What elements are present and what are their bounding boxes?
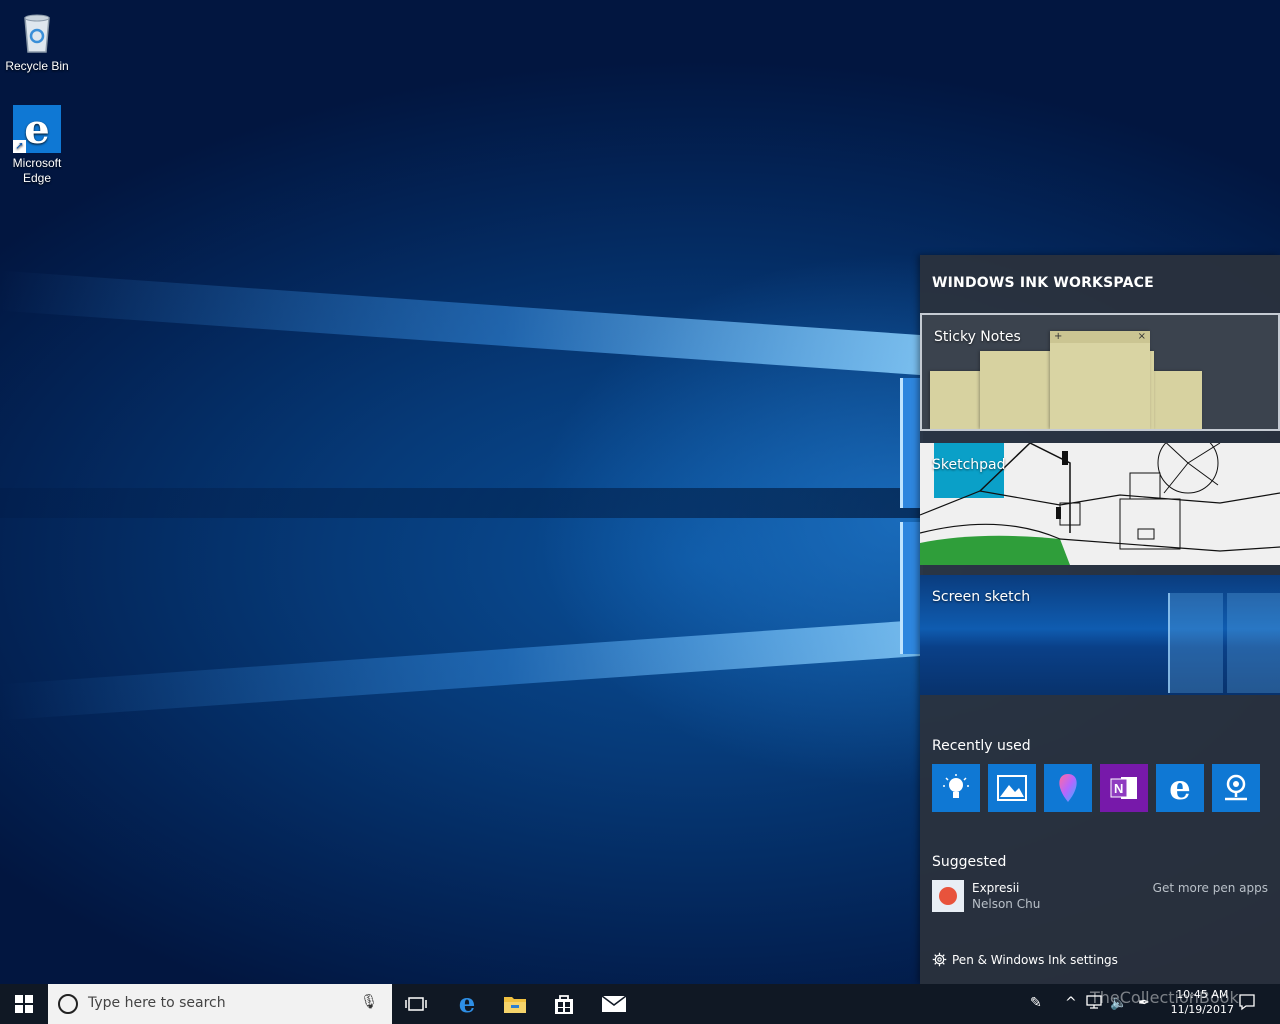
pen-ink-settings-link[interactable]: Pen & Windows Ink settings: [932, 952, 1118, 967]
expresii-icon: [932, 880, 964, 912]
taskbar-search-box[interactable]: Type here to search 🎙: [48, 984, 392, 1024]
suggested-app-author: Nelson Chu: [972, 897, 1041, 911]
screen-sketch-preview-image: [1168, 593, 1280, 693]
maps-icon[interactable]: [1212, 764, 1260, 812]
sticky-note-preview: [1150, 371, 1202, 429]
taskbar-mail-button[interactable]: [590, 984, 638, 1024]
cortana-icon: [58, 994, 78, 1014]
close-note-icon: ×: [1137, 331, 1146, 342]
wallpaper-light-beam: [0, 270, 920, 375]
windows-ink-workspace-panel: WINDOWS INK WORKSPACE Sticky Notes + × Sk…: [920, 255, 1280, 984]
search-placeholder: Type here to search: [88, 995, 226, 1011]
recycle-bin-icon: [13, 8, 61, 56]
suggested-app-name: Expresii: [972, 881, 1020, 895]
sticky-notes-card[interactable]: Sticky Notes + ×: [920, 313, 1280, 431]
edge-icon: e: [458, 989, 476, 1019]
action-center-button[interactable]: [1238, 993, 1256, 1015]
touch-keyboard-pen-icon[interactable]: ✒: [1138, 995, 1150, 1011]
clock-date: 11/19/2017: [1170, 1003, 1234, 1016]
sticky-note-preview: [930, 371, 982, 429]
show-hidden-icons-chevron-icon[interactable]: ^: [1065, 995, 1077, 1011]
system-clock[interactable]: 10:45 AM 11/19/2017: [1171, 987, 1234, 1017]
desktop-icon-recycle-bin[interactable]: Recycle Bin: [0, 8, 74, 74]
suggested-app-item[interactable]: Expresii Nelson Chu Get more pen apps: [932, 880, 1268, 914]
task-view-icon: [405, 997, 427, 1011]
sticky-note-preview: [980, 351, 1052, 429]
volume-icon[interactable]: 🔈: [1110, 995, 1127, 1011]
wallpaper-light-beam: [0, 620, 920, 721]
get-more-pen-apps-link[interactable]: Get more pen apps: [1153, 881, 1268, 895]
windows-ink-pen-icon[interactable]: ✎: [1030, 995, 1042, 1011]
store-icon: [555, 995, 573, 1014]
desktop-icon-label: Recycle Bin: [5, 59, 69, 73]
edge-icon[interactable]: e: [1156, 764, 1204, 812]
taskbar-store-button[interactable]: [540, 984, 588, 1024]
taskbar: Type here to search 🎙 e TheCollectionBoo…: [0, 984, 1280, 1024]
clock-time: 10:45 AM: [1176, 988, 1229, 1001]
photos-icon[interactable]: [988, 764, 1036, 812]
notification-icon: [1239, 994, 1255, 1011]
desktop-icon-label: Microsoft Edge: [12, 156, 62, 185]
screen-sketch-label: Screen sketch: [932, 589, 1031, 605]
sketchpad-card[interactable]: Sketchpad: [920, 443, 1280, 565]
start-button[interactable]: [0, 984, 48, 1024]
paint-3d-icon[interactable]: [1044, 764, 1092, 812]
mail-icon: [601, 995, 627, 1012]
onenote-icon[interactable]: N: [1100, 764, 1148, 812]
pen-ink-settings-label: Pen & Windows Ink settings: [952, 952, 1118, 967]
desktop-icon-microsoft-edge[interactable]: e ↗ Microsoft Edge: [0, 105, 74, 186]
add-note-icon: +: [1054, 331, 1063, 342]
svg-text:N: N: [1114, 781, 1123, 796]
folder-icon: [504, 997, 526, 1013]
wallpaper-dark-band: [0, 488, 920, 518]
task-view-button[interactable]: [392, 984, 440, 1024]
suggested-heading: Suggested: [932, 854, 1007, 870]
sketchpad-label: Sketchpad: [932, 457, 1006, 473]
windows-logo-icon: [15, 995, 33, 1013]
sticky-note-preview: + ×: [1050, 331, 1150, 429]
sticky-notes-label: Sticky Notes: [934, 329, 1021, 345]
recently-used-heading: Recently used: [932, 738, 1031, 754]
lightbulb-icon[interactable]: [932, 764, 980, 812]
taskbar-file-explorer-button[interactable]: [491, 984, 539, 1024]
wallpaper-windows-logo: [900, 378, 923, 654]
network-icon[interactable]: [1086, 995, 1102, 1013]
recently-used-apps: N e: [932, 764, 1260, 812]
screen-sketch-card[interactable]: Screen sketch: [920, 575, 1280, 695]
gear-icon: [932, 952, 947, 967]
shortcut-arrow-icon: ↗: [13, 140, 26, 153]
ink-workspace-title: WINDOWS INK WORKSPACE: [932, 275, 1154, 291]
taskbar-edge-button[interactable]: e: [443, 984, 491, 1024]
microphone-icon[interactable]: 🎙: [360, 994, 378, 1010]
edge-icon: e ↗: [13, 105, 61, 153]
